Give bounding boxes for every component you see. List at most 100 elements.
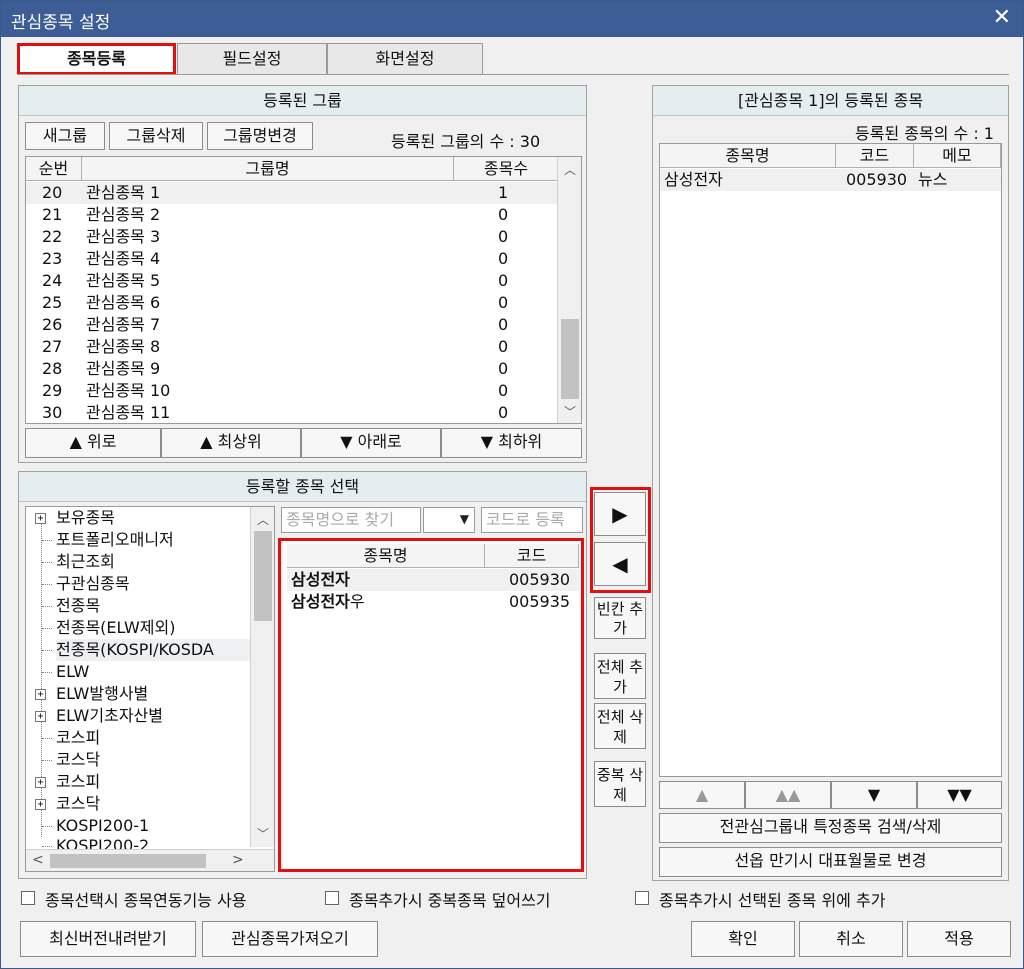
- candidate-highlight: [278, 538, 584, 872]
- apply-button[interactable]: 적용: [907, 921, 1011, 957]
- reg-col-memo[interactable]: 메모: [914, 144, 1001, 168]
- tree-item[interactable]: 전종목(KOSPI/KOSDA: [56, 639, 252, 661]
- group-row[interactable]: 29 관심종목 10 0: [26, 380, 559, 402]
- tree-item[interactable]: ELW기초자산별: [56, 705, 163, 727]
- option-link-label: 종목선택시 종목연동기능 사용: [45, 891, 247, 910]
- reg-move-up-button[interactable]: ▲: [659, 781, 745, 809]
- group-row[interactable]: 21 관심종목 2 0: [26, 204, 559, 226]
- add-all-button[interactable]: 전체 추가: [594, 653, 646, 699]
- expand-icon[interactable]: +: [35, 689, 46, 700]
- arrow-highlight: [590, 487, 651, 593]
- download-latest-button[interactable]: 최신버전내려받기: [20, 921, 196, 957]
- scroll-down-icon[interactable]: ﹀: [558, 403, 581, 420]
- ok-button[interactable]: 확인: [691, 921, 795, 957]
- new-group-button[interactable]: 새그룹: [25, 122, 105, 150]
- option-insert-above-label: 종목추가시 선택된 종목 위에 추가: [659, 891, 886, 910]
- move-top-button[interactable]: ▲ 최상위: [161, 428, 301, 458]
- chevron-down-icon: ▼: [459, 512, 469, 526]
- group-row[interactable]: 26 관심종목 7 0: [26, 314, 559, 336]
- reg-move-bottom-button[interactable]: ▼▼: [917, 781, 1002, 809]
- search-delete-button[interactable]: 전관심그룹내 특정종목 검색/삭제: [659, 813, 1002, 843]
- tree-item[interactable]: 코스닥: [56, 749, 100, 771]
- expand-icon[interactable]: +: [35, 799, 46, 810]
- group-row[interactable]: 30 관심종목 11 0: [26, 402, 559, 423]
- tree-scrollbar-v[interactable]: ︿ ﹀: [250, 507, 274, 847]
- tree-item[interactable]: ELW발행사별: [56, 683, 148, 705]
- expand-icon[interactable]: +: [35, 513, 46, 524]
- close-icon[interactable]: ✕: [993, 6, 1011, 30]
- futures-change-button[interactable]: 선옵 만기시 대표월물로 변경: [659, 847, 1002, 877]
- reg-col-name[interactable]: 종목명: [660, 144, 836, 168]
- group-list-scrollbar[interactable]: ︿ ﹀: [557, 157, 581, 423]
- group-row[interactable]: 23 관심종목 4 0: [26, 248, 559, 270]
- move-down-button[interactable]: ▼ 아래로: [301, 428, 441, 458]
- import-watchlist-button[interactable]: 관심종목가져오기: [202, 921, 378, 957]
- move-bottom-button[interactable]: ▼ 최하위: [441, 428, 582, 458]
- tab-screen-settings[interactable]: 화면설정: [327, 43, 483, 75]
- tree-item[interactable]: 포트폴리오매니저: [56, 529, 174, 551]
- scroll-left-icon[interactable]: <: [32, 852, 44, 868]
- scroll-down-icon[interactable]: ﹀: [251, 825, 274, 842]
- group-list[interactable]: 순번 그룹명 종목수 20 관심종목 1 1 21 관심종목 2 0 22 관심…: [25, 156, 582, 424]
- option-link-checkbox[interactable]: [21, 891, 35, 905]
- delete-all-button[interactable]: 전체 삭제: [594, 703, 646, 749]
- move-up-button[interactable]: ▲ 위로: [25, 428, 161, 458]
- window-title: 관심종목 설정: [11, 13, 111, 33]
- search-name-input[interactable]: 종목명으로 찾기: [281, 507, 421, 533]
- scroll-thumb[interactable]: [561, 319, 579, 399]
- tree-item[interactable]: 코스피: [56, 771, 100, 793]
- option-overwrite-label: 종목추가시 중복종목 덮어쓰기: [349, 891, 551, 910]
- scroll-up-icon[interactable]: ︿: [558, 161, 581, 178]
- tree-item[interactable]: 코스닥: [56, 793, 100, 815]
- option-overwrite-checkbox[interactable]: [325, 891, 339, 905]
- expand-icon[interactable]: +: [35, 777, 46, 788]
- rename-group-button[interactable]: 그룹명변경: [207, 122, 313, 150]
- group-col-no[interactable]: 순번: [26, 157, 82, 181]
- tree-item[interactable]: 보유종목: [56, 507, 115, 529]
- tab-field-settings[interactable]: 필드설정: [177, 43, 327, 75]
- tree-scrollbar-h[interactable]: < >: [26, 849, 274, 871]
- expand-icon[interactable]: +: [35, 711, 46, 722]
- reg-move-down-button[interactable]: ▼: [831, 781, 917, 809]
- tab-stock-register[interactable]: 종목등록: [17, 43, 176, 75]
- watchlist-settings-window: 관심종목 설정 ✕ 종목등록 필드설정 화면설정 등록된 그룹 새그룹 그룹삭제…: [0, 0, 1024, 969]
- registered-groups-header: 등록된 그룹: [19, 86, 586, 116]
- group-count-label: 등록된 그룹의 수 : 30: [391, 132, 541, 151]
- registered-count-label: 등록된 종목의 수 : 1: [855, 124, 994, 143]
- reg-col-code[interactable]: 코드: [836, 144, 914, 168]
- group-row[interactable]: 20 관심종목 1 1: [26, 182, 559, 204]
- option-insert-above-checkbox[interactable]: [635, 891, 649, 905]
- tree-item[interactable]: 최근조회: [56, 551, 115, 573]
- category-tree[interactable]: + 보유종목 포트폴리오매니저 최근조회 구관심종목 전종목 전종목(ELW제외…: [25, 506, 275, 872]
- scroll-thumb[interactable]: [50, 854, 206, 868]
- registered-row[interactable]: 삼성전자 005930 뉴스: [660, 169, 1001, 191]
- tree-item[interactable]: KOSPI200-2: [56, 835, 149, 849]
- tree-item[interactable]: ELW: [56, 661, 89, 683]
- registered-stocks-header: [관심종목 1]의 등록된 종목: [653, 86, 1008, 116]
- group-col-name[interactable]: 그룹명: [82, 157, 454, 181]
- reg-move-top-button[interactable]: ▲▲: [745, 781, 831, 809]
- cancel-button[interactable]: 취소: [799, 921, 903, 957]
- stock-select-header: 등록할 종목 선택: [19, 472, 586, 502]
- search-dropdown[interactable]: ▼: [423, 507, 475, 533]
- delete-group-button[interactable]: 그룹삭제: [109, 122, 203, 150]
- scroll-right-icon[interactable]: >: [232, 852, 244, 868]
- registered-stock-list[interactable]: 종목명 코드 메모 삼성전자 005930 뉴스: [659, 143, 1002, 777]
- group-row[interactable]: 25 관심종목 6 0: [26, 292, 559, 314]
- tree-item[interactable]: KOSPI200-1: [56, 815, 149, 837]
- add-blank-button[interactable]: 빈칸 추가: [594, 597, 646, 639]
- search-code-input[interactable]: 코드로 등록: [481, 507, 583, 533]
- delete-duplicate-button[interactable]: 중복 삭제: [594, 761, 646, 807]
- group-col-count[interactable]: 종목수: [454, 157, 559, 181]
- scroll-thumb[interactable]: [254, 531, 272, 621]
- group-row[interactable]: 22 관심종목 3 0: [26, 226, 559, 248]
- scroll-up-icon[interactable]: ︿: [251, 511, 274, 528]
- tree-item[interactable]: 전종목: [56, 595, 100, 617]
- tree-item[interactable]: 구관심종목: [56, 573, 130, 595]
- registered-stocks-panel: [관심종목 1]의 등록된 종목 등록된 종목의 수 : 1 종목명 코드 메모…: [652, 85, 1009, 881]
- group-row[interactable]: 24 관심종목 5 0: [26, 270, 559, 292]
- group-row[interactable]: 28 관심종목 9 0: [26, 358, 559, 380]
- tree-item[interactable]: 전종목(ELW제외): [56, 617, 175, 639]
- group-row[interactable]: 27 관심종목 8 0: [26, 336, 559, 358]
- tree-item[interactable]: 코스피: [56, 727, 100, 749]
